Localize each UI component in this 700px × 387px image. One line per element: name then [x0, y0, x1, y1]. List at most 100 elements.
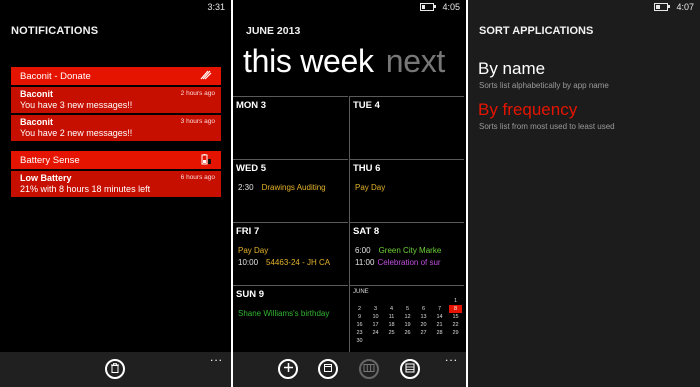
notification-item[interactable]: Low Battery 21% with 8 hours 18 minutes … [11, 171, 221, 197]
mini-month-day[interactable]: 21 [433, 321, 446, 329]
day-name: FRI 7 [236, 226, 260, 237]
notification-message: 21% with 8 hours 18 minutes left [20, 184, 151, 194]
mini-month-day[interactable]: 6 [417, 305, 430, 313]
notification-item[interactable]: Baconit You have 2 new messages!! 3 hour… [11, 115, 221, 141]
mini-month-day [401, 297, 414, 305]
mini-month-day[interactable]: 11 [385, 313, 398, 321]
mini-month-day[interactable]: 25 [385, 329, 398, 337]
calendar-event[interactable]: Pay Day [355, 183, 463, 192]
sort-option-description: Sorts list from most used to least used [479, 122, 615, 131]
mini-month-day [433, 297, 446, 305]
day-cell-fri[interactable]: FRI 7 Pay Day 10:00 54463-24 - JH CA [233, 222, 348, 285]
group-header[interactable]: Battery Sense [11, 151, 221, 169]
notification-group-battery-sense[interactable]: Battery Sense Low Battery 21% with 8 hou… [11, 151, 221, 197]
mini-month-day [385, 297, 398, 305]
mini-month-day[interactable]: 9 [353, 313, 366, 321]
event-title: Green City Marke [378, 246, 442, 255]
notification-item[interactable]: Baconit You have 3 new messages!! 2 hour… [11, 87, 221, 113]
event-title: Drawings Auditing [261, 183, 326, 192]
mini-month-calendar[interactable]: JUNE 1 2 3 4 5 6 7 8 9 10 11 12 13 14 15 16 17 18 19 20 21 22… [349, 285, 464, 352]
notification-group-baconit[interactable]: Baconit - Donate Baconit You have 3 new … [11, 67, 221, 141]
day-name: MON 3 [236, 100, 267, 111]
mini-month-day[interactable]: 3 [369, 305, 382, 313]
day-name: THU 6 [353, 163, 381, 174]
calendar-event[interactable]: Shane Williams's birthday [238, 309, 346, 318]
status-bar: 4:07 [654, 2, 694, 12]
status-time: 4:07 [676, 2, 694, 12]
mini-month-day [369, 297, 382, 305]
mini-month-day[interactable]: 27 [417, 329, 430, 337]
mini-month-label: JUNE [353, 289, 369, 295]
mini-month-day[interactable]: 24 [369, 329, 382, 337]
group-app-name: Baconit - Donate [20, 70, 91, 82]
pivot-next[interactable]: next [386, 43, 446, 79]
day-cell-wed[interactable]: WED 5 2:30 Drawings Auditing [233, 159, 348, 222]
mini-month-day[interactable]: 7 [433, 305, 446, 313]
sort-option-by-frequency[interactable]: By frequency [478, 100, 577, 120]
calendar-event[interactable]: 6:00 Green City Marke [355, 246, 463, 255]
mini-month-day[interactable]: 17 [369, 321, 382, 329]
status-bar: 4:05 [420, 2, 460, 12]
app-bar: ... [233, 350, 466, 387]
mini-month-day[interactable]: 30 [353, 337, 366, 345]
day-cell-mon[interactable]: MON 3 [233, 96, 348, 159]
day-cell-sat[interactable]: SAT 8 6:00 Green City Marke 11:00 Celebr… [349, 222, 464, 285]
event-title: Celebration of sur [377, 258, 441, 267]
pivot-this-week[interactable]: this week [243, 43, 374, 79]
group-header[interactable]: Baconit - Donate [11, 67, 221, 85]
mini-month-day[interactable]: 16 [353, 321, 366, 329]
mini-month-day[interactable]: 2 [353, 305, 366, 313]
notification-time: 3 hours ago [180, 118, 215, 125]
mini-month-day[interactable]: 15 [449, 313, 462, 321]
mini-month-day[interactable]: 18 [385, 321, 398, 329]
mini-month-day[interactable]: 12 [401, 313, 414, 321]
mini-month-day[interactable]: 10 [369, 313, 382, 321]
mini-month-day[interactable]: 4 [385, 305, 398, 313]
more-button[interactable]: ... [445, 350, 458, 364]
more-button[interactable]: ... [210, 350, 223, 364]
week-view-button[interactable] [359, 359, 379, 379]
day-name: SUN 9 [236, 289, 264, 300]
day-cell-tue[interactable]: TUE 4 [349, 96, 464, 159]
mini-month-week: 2345678 [353, 305, 462, 313]
mini-month-day[interactable]: 13 [417, 313, 430, 321]
mini-month-week: 23 24 25 26 27 28 29 [353, 329, 462, 337]
mini-month-day[interactable]: 28 [433, 329, 446, 337]
day-cell-thu[interactable]: THU 6 Pay Day [349, 159, 464, 222]
event-title: Pay Day [238, 246, 269, 255]
sort-option-by-name[interactable]: By name [478, 59, 545, 79]
sort-applications-screen: 4:07 SORT APPLICATIONS By name Sorts lis… [468, 0, 700, 387]
calendar-event[interactable]: 10:00 54463-24 - JH CA [238, 258, 346, 267]
mini-month-day[interactable]: 19 [401, 321, 414, 329]
notification-time: 6 hours ago [180, 174, 215, 181]
mini-month-weeks: 1 2 3 4 5 6 7 8 9 10 11 12 13 14 15 16 17 18 19 20 21 22 23 24 2… [353, 297, 462, 345]
calendar-event[interactable]: Pay Day [238, 246, 346, 255]
calendar-event[interactable]: 2:30 Drawings Auditing [238, 183, 346, 192]
mini-month-day[interactable]: 22 [449, 321, 462, 329]
battery-status-icon [420, 3, 437, 11]
mini-month-day[interactable]: 20 [417, 321, 430, 329]
event-title: 54463-24 - JH CA [266, 258, 331, 267]
page-title: NOTIFICATIONS [11, 25, 99, 37]
delete-button[interactable] [105, 359, 125, 379]
mini-month-day[interactable]: 1 [449, 297, 462, 305]
mini-month-day[interactable]: 29 [449, 329, 462, 337]
calendar-screen: 4:05 JUNE 2013 this week next MON 3 TUE 4… [233, 0, 466, 387]
day-cell-sun[interactable]: SUN 9 Shane Williams's birthday [233, 285, 348, 352]
add-event-button[interactable] [278, 359, 298, 379]
mini-month-week: 16 17 18 19 20 21 22 [353, 321, 462, 329]
month-view-button[interactable] [400, 359, 420, 379]
mini-month-day[interactable]: 26 [401, 329, 414, 337]
mini-month-week: 1 [353, 297, 462, 305]
event-time: 11:00 [355, 258, 375, 267]
mini-month-today[interactable]: 8 [449, 305, 462, 313]
mini-month-day[interactable]: 23 [353, 329, 366, 337]
mini-month-day[interactable]: 14 [433, 313, 446, 321]
status-time: 4:05 [442, 2, 460, 12]
calendar-event[interactable]: 11:00 Celebration of sur [355, 258, 463, 267]
week-grid: MON 3 TUE 4 WED 5 2:30 Drawings Auditing… [233, 96, 466, 352]
notification-message: You have 3 new messages!! [20, 100, 133, 110]
mini-month-day[interactable]: 5 [401, 305, 414, 313]
mini-month-day [401, 337, 414, 345]
day-view-button[interactable] [318, 359, 338, 379]
